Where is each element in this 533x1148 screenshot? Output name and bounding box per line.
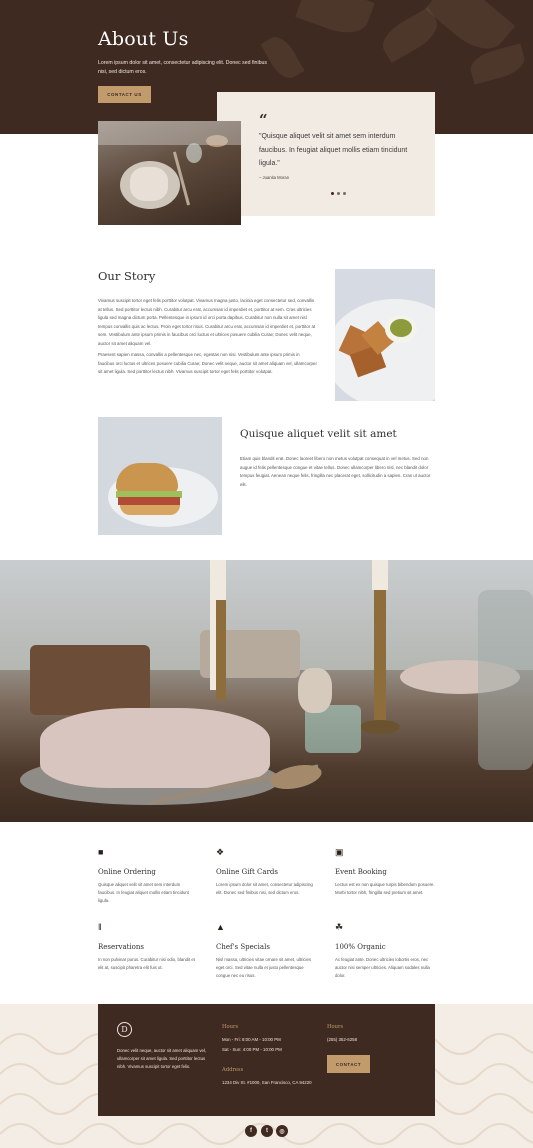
address-text: 1234 Div St. #1000, San Francisco, CA 94… [222, 1080, 312, 1085]
feature-text: Nisl massa, ultricies vitae ornare sit a… [216, 957, 312, 978]
testimonial-card: “ "Quisque aliquet velit sit amet sem in… [217, 92, 435, 216]
page-title: About Us [98, 28, 189, 50]
footer-card: D Donec velit neque, auctor sit amet ali… [98, 1004, 435, 1116]
table-setting-photo [98, 121, 241, 225]
footer-description: Donec velit neque, auctor sit amet aliqu… [117, 1048, 207, 1070]
story-title: Our Story [98, 269, 156, 283]
leaf-icon: ☘ [335, 922, 344, 932]
slider-dot[interactable] [331, 192, 334, 195]
shopping-bag-icon: ■ [98, 847, 104, 857]
utensils-icon: ‖ [98, 922, 102, 932]
slider-dots [331, 192, 346, 195]
facebook-icon[interactable]: f [245, 1125, 257, 1137]
calendar-icon: ▣ [335, 847, 344, 857]
hours-weekend: Sat - Sun: 4:00 PM - 10:00 PM [222, 1047, 282, 1052]
slider-dot[interactable] [337, 192, 340, 195]
section-title: Quisque aliquet velit sit amet [240, 428, 397, 440]
story-paragraph: Praesent sapien massa, convallis a pelle… [98, 352, 317, 375]
feature-title: 100% Organic [335, 943, 386, 951]
feature-text: In non pulvinar purus. Curabitur nisi od… [98, 957, 195, 970]
instagram-icon[interactable]: ◎ [276, 1125, 288, 1137]
hours-heading: Hours [222, 1024, 239, 1030]
dining-table-photo [0, 560, 533, 822]
feature-title: Online Ordering [98, 868, 156, 876]
story-body: Vivamus suscipit tortor eget felis portt… [98, 297, 317, 379]
feature-text: Lorem ipsum dolor sit amet, consectetur … [216, 882, 313, 895]
feature-text: Ac feugiat ante. Donec ultricies loborti… [335, 957, 430, 978]
feature-text: Quisque aliquet velit sit amet sem inter… [98, 882, 190, 903]
footer-contact-button[interactable]: CONTACT [327, 1055, 370, 1073]
hero-subtitle: Lorem ipsum dolor sit amet, consectetur … [98, 60, 267, 75]
twitter-icon[interactable]: t [261, 1125, 273, 1137]
phone-number[interactable]: (255) 352-6258 [327, 1036, 357, 1044]
chips-and-dip-photo [335, 269, 435, 401]
address-heading: Address [222, 1067, 244, 1073]
testimonial-author: – Juanita Moran [259, 175, 290, 180]
feature-title: Online Gift Cards [216, 868, 279, 876]
hours-weekday: Mon - Fri: 8:00 AM - 10:00 PM [222, 1037, 281, 1042]
testimonial-quote: "Quisque aliquet velit sit amet sem inte… [259, 133, 408, 167]
story-paragraph: Vivamus suscipit tortor eget felis portt… [98, 298, 316, 346]
burger-photo [98, 417, 222, 535]
feature-title: Event Booking [335, 868, 387, 876]
quote-icon: “ [259, 111, 268, 129]
slider-dot[interactable] [343, 192, 346, 195]
logo[interactable]: D [117, 1022, 132, 1037]
feature-text: Lectus est ex non quisque turpis bibendu… [335, 882, 435, 895]
feature-title: Reservations [98, 943, 144, 951]
phone-heading: Hours [327, 1024, 344, 1030]
contact-us-button[interactable]: CONTACT US [98, 86, 151, 103]
gift-icon: ❖ [216, 847, 225, 857]
section-body: Etiam quis blandit erat. Donec laoreet l… [240, 456, 431, 487]
feature-title: Chef's Specials [216, 943, 270, 951]
fire-icon: ▲ [216, 922, 225, 932]
